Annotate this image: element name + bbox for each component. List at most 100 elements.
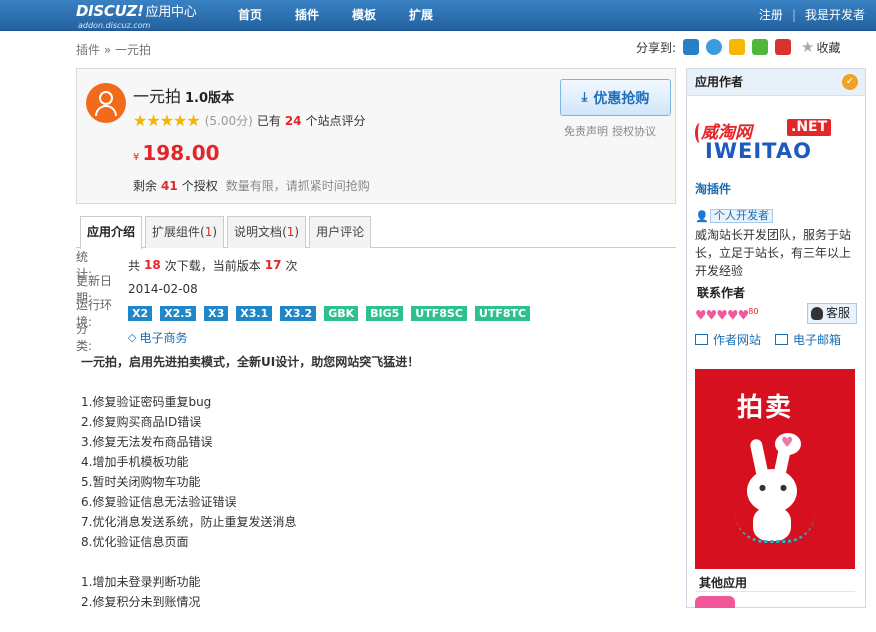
tab-docs[interactable]: 说明文档(1) [227,216,307,248]
changelog-item: 1.增加未登录判断功能 [81,575,201,589]
developer-tag-label: 个人开发者 [710,209,773,223]
user-avatar-icon [86,83,126,123]
version-download-count: 17 [264,258,282,272]
license-link[interactable]: 授权协议 [612,125,656,138]
charset-badge: GBK [324,305,359,321]
author-site-label: 作者网站 [713,333,762,347]
contact-title: 联系作者 [697,286,746,300]
tab-extensions-count: 1 [204,225,213,239]
discuz-logo[interactable]: DISCUZ! 应用中心 addon.discuz.com [76,2,197,30]
breadcrumb: 插件 » 一元拍 [76,41,151,58]
nav-home[interactable]: 首页 [238,0,262,31]
mail-icon [775,334,789,345]
stats-mid: 次下载，当前版本 [164,258,261,273]
category-label: 分 类: [76,322,113,353]
product-name: 一元拍 [133,87,182,106]
category-link[interactable]: 电子商务 [139,329,187,346]
breadcrumb-plugins[interactable]: 插件 [76,43,100,57]
necklace-icon [735,513,815,543]
author-logo-en: IWEITAO [705,139,812,163]
env-badge: X2 [128,305,153,321]
stats-row: 统 计: 共 18 次下载，当前版本 17 次 [76,250,538,281]
category-row: 分 类: ◇ 电子商务 [76,322,538,353]
changelog-item: 2.修复积分未到账情况 [81,595,201,609]
tab-comments[interactable]: 用户评论 [309,216,372,248]
rated-count: 24 [284,113,302,128]
author-shop-link[interactable]: 淘插件 [695,180,731,197]
service-button[interactable]: 客服 [807,303,857,324]
tab-extensions-label: 扩展组件 [152,225,201,239]
changelog-item: 8.优化验证信息页面 [81,535,189,549]
stock-count: 41 [161,179,178,193]
top-separator: | [791,8,796,22]
register-link[interactable]: 注册 [759,8,783,22]
download-count: 18 [144,258,161,272]
nav-templates[interactable]: 模板 [352,0,376,31]
tab-extensions[interactable]: 扩展组件(1) [145,216,225,248]
author-logo[interactable]: 威淘网 .NET IWEITAO [695,109,855,169]
changelog-item: 2.修复购买商品ID错误 [81,415,202,429]
rated-post: 个站点评分 [305,114,366,128]
buy-button[interactable]: ⤓ 优惠抢购 [560,79,671,116]
developer-link[interactable]: 我是开发者 [805,8,865,22]
env-badge: X2.5 [160,305,197,321]
stock-pre: 剩余 [133,179,158,193]
author-logo-net: .NET [787,119,832,136]
env-badge: X3 [204,305,229,321]
rating-stars-icon: ★★★★★ [133,111,201,130]
verified-icon: ✓ [842,74,858,90]
price-currency: ¥ [133,152,140,163]
rating: ★★★★★ (5.00分) 已有 24 个站点评分 [133,111,366,130]
weibo-share-icon[interactable] [729,39,746,55]
credit-hearts-icon: ♥♥♥♥♥80 [695,307,758,323]
changelog-item: 1.修复验证密码重复bug [81,395,212,409]
qq-icon [811,307,823,320]
heart-icon: ♥ [781,435,794,451]
breadcrumb-current: 一元拍 [115,43,152,57]
updated-date: 2014-02-08 [128,282,198,296]
divider [695,591,855,592]
nav-extensions[interactable]: 扩展 [409,0,433,31]
website-icon [695,334,708,345]
author-site-link[interactable]: 作者网站 [695,331,761,348]
changelog-item: 7.优化消息发送系统，防止重复发送消息 [81,515,297,529]
tab-docs-count: 1 [286,225,295,239]
sidebar-title: 应用作者 [695,75,744,89]
tab-intro[interactable]: 应用介绍 [80,216,143,249]
buy-label: 优惠抢购 [593,90,650,107]
developer-tag: 👤 个人开发者 [695,209,773,223]
stock-info: 剩余 41 个授权 数量有限，请抓紧时间抢购 [133,177,370,194]
updated-row: 更新日期: 2014-02-08 [76,274,538,305]
legal-links: 免责声明 授权协议 [564,123,660,139]
qzone-share-icon[interactable] [706,39,723,55]
author-mail-label: 电子邮箱 [793,333,842,347]
author-mail-link[interactable]: 电子邮箱 [775,331,841,348]
tab-comments-label: 用户评论 [316,225,365,239]
renren-share-icon[interactable] [775,39,792,55]
logo-main: DISCUZ! [76,2,144,20]
disclaimer-link[interactable]: 免责声明 [564,125,608,138]
person-icon: 👤 [695,210,709,223]
tab-docs-label: 说明文档 [234,225,283,239]
favorite-link[interactable]: 收藏 [817,39,841,56]
description-lead: 一元拍，启用先进拍卖模式，全新UI设计，助您网站突飞猛进！ [81,355,420,369]
auction-banner[interactable]: 拍卖 ♥ ●● [695,369,855,569]
kaixin-share-icon[interactable] [752,39,769,55]
app-thumb-icon[interactable] [695,596,735,608]
sidebar-header: 应用作者 ✓ [687,69,865,96]
charset-badge: UTF8TC [474,305,531,321]
qq-share-icon[interactable] [683,39,700,55]
tag-icon: ◇ [128,330,137,344]
changelog-group-1: 1.修复验证密码重复bug 2.修复购买商品ID错误 3.修复无法发布商品错误 … [81,392,671,552]
author-links: 作者网站 电子邮箱 [695,331,855,348]
favorite-star-icon[interactable]: ★ [801,38,814,56]
stats-pre: 共 [128,258,141,273]
charset-badge: UTF8SC [411,305,467,321]
share-bar: 分享到: ★ 收藏 [636,38,841,56]
env-row: 运行环境: X2 X2.5 X3 X3.1 X3.2 GBK BIG5 UTF8… [76,298,538,329]
nav-plugins[interactable]: 插件 [295,0,319,31]
stock-post: 个授权 [181,179,218,193]
product-box: 一元拍 1.0版本 ★★★★★ (5.00分) 已有 24 个站点评分 ¥198.… [76,68,676,204]
share-label: 分享到: [636,40,677,55]
tab-bar: 应用介绍 扩展组件(1) 说明文档(1) 用户评论 [76,216,676,249]
